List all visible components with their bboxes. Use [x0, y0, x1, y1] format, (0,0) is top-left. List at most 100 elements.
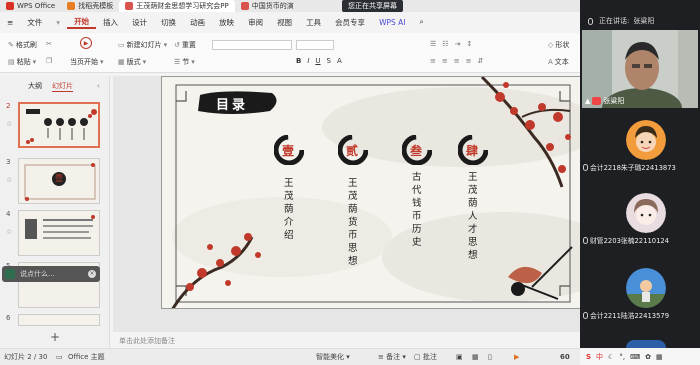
slide-title[interactable]: 目录	[216, 94, 248, 113]
section-icon: ☰	[174, 58, 181, 66]
menu-design[interactable]: 设计	[125, 17, 154, 28]
reading-view-icon[interactable]: ▯	[488, 353, 492, 361]
notes-area[interactable]: 单击此处添加备注	[113, 332, 580, 348]
menu-file[interactable]: 文件	[20, 17, 49, 28]
avatar	[626, 120, 666, 160]
slide-thumb-row[interactable]: 6	[4, 314, 104, 328]
screen-share-badge[interactable]: 您正在共享屏幕	[342, 0, 403, 12]
toc-item[interactable]: 壹 王茂荫介绍	[274, 135, 310, 265]
menu-wps-ai[interactable]: WPS AI	[372, 18, 412, 27]
close-icon[interactable]: ×	[88, 270, 96, 278]
ime-logo-icon[interactable]: S	[586, 353, 591, 361]
underline-button[interactable]: U	[315, 57, 320, 65]
add-slide-button[interactable]: +	[50, 330, 60, 344]
slide-canvas[interactable]: 目录 壹 王茂荫介绍 贰 王茂荫货币思想 叁 古代钱币历史 肆 王茂荫人才思想	[161, 76, 583, 309]
menu-home[interactable]: ▾	[49, 18, 67, 27]
line-spacing-icon[interactable]: ↕	[466, 40, 472, 48]
play-icon[interactable]: ▶	[80, 37, 92, 49]
play-slideshow-icon[interactable]: ▶	[514, 353, 519, 361]
section-button[interactable]: ☰ 节 ▾	[174, 57, 195, 67]
search-icon[interactable]: ⌕	[413, 17, 431, 27]
italic-button[interactable]: I	[307, 57, 309, 65]
star-icon[interactable]: ☆	[6, 228, 12, 236]
toc-numeral: 叁	[410, 144, 423, 158]
template-icon	[67, 2, 76, 10]
participant-tile[interactable]: 会计2218朱子璐22413873	[580, 112, 700, 172]
collapse-icon[interactable]: ‹	[97, 82, 100, 90]
layout-icon[interactable]: ▭	[56, 353, 63, 361]
new-slide-button[interactable]: ▭ 新建幻灯片 ▾	[118, 40, 167, 50]
participant-tile[interactable]: 财管2203张楠22110124	[580, 185, 700, 245]
smart-beautify-button[interactable]: 智能美化 ▾	[316, 352, 350, 362]
menu-member[interactable]: 会员专享	[328, 17, 372, 28]
font-name-input[interactable]	[212, 40, 292, 50]
brush-icon: ✎	[8, 41, 14, 49]
layout-button[interactable]: ▦ 版式 ▾	[118, 57, 146, 67]
paste-button[interactable]: ▤ 粘贴 ▾	[8, 57, 36, 67]
bullet-list-icon[interactable]: ☰	[430, 40, 436, 48]
justify-icon[interactable]: ≡	[466, 57, 472, 65]
slide-thumb-row[interactable]: 4 ☆	[4, 210, 104, 258]
menu-insert[interactable]: 插入	[96, 17, 125, 28]
current-start-button[interactable]: 当页开始 ▾	[70, 57, 104, 67]
normal-view-icon[interactable]: ▣	[456, 353, 463, 361]
grid-icon[interactable]: ▦	[656, 353, 663, 361]
tab-currency[interactable]: 中国货币的演	[235, 0, 300, 12]
speaker-video[interactable]: ▲ 张粱阳	[582, 30, 698, 108]
align-right-icon[interactable]: ≡	[454, 57, 460, 65]
copy-icon[interactable]: ❐	[46, 57, 52, 65]
theme-label[interactable]: Office 主题	[68, 352, 105, 362]
tab-wps-office[interactable]: WPS Office	[0, 0, 61, 12]
shape-button[interactable]: ◇ 形状	[548, 40, 569, 50]
skin-icon[interactable]: ✿	[645, 353, 651, 361]
text-direction-icon[interactable]: ⇵	[478, 57, 484, 65]
star-icon[interactable]: ☆	[6, 120, 12, 128]
font-size-input[interactable]	[296, 40, 334, 50]
bold-button[interactable]: B	[296, 57, 301, 65]
ime-mode[interactable]: 中	[596, 352, 603, 362]
menu-animation[interactable]: 动画	[183, 17, 212, 28]
slide-thumb-row[interactable]: 2 ☆	[4, 102, 104, 150]
slide-thumbnail[interactable]	[18, 210, 100, 256]
font-color-button[interactable]: A	[337, 57, 342, 65]
tab-outline[interactable]: 大纲	[28, 81, 42, 91]
star-icon[interactable]: ☆	[6, 176, 12, 184]
slide-thumbnail[interactable]: 壹	[18, 158, 100, 204]
format-painter-button[interactable]: ✎ 格式刷	[8, 40, 37, 50]
strikethrough-button[interactable]: S	[327, 57, 331, 65]
system-tray: S 中 ☾ °, ⌨ ✿ ▦	[580, 348, 700, 365]
tab-slides[interactable]: 幻灯片	[52, 81, 73, 92]
menu-hamburger-icon[interactable]: ≡	[0, 18, 20, 27]
reset-button[interactable]: ↺ 重置	[174, 40, 196, 50]
menu-review[interactable]: 审阅	[241, 17, 270, 28]
tab-template[interactable]: 找稻壳模板	[61, 0, 119, 12]
cut-icon[interactable]: ✂	[46, 40, 52, 48]
participant-tile[interactable]: 会计2211陆浩22413579	[580, 260, 700, 320]
menu-slideshow[interactable]: 放映	[212, 17, 241, 28]
slide-thumbnail[interactable]	[18, 102, 100, 148]
align-center-icon[interactable]: ≡	[442, 57, 448, 65]
chat-floater[interactable]: 说点什么... ×	[2, 266, 100, 282]
avatar	[626, 340, 666, 348]
number-list-icon[interactable]: ☷	[442, 40, 448, 48]
toc-item[interactable]: 贰 王茂荫货币思想	[338, 135, 374, 285]
align-left-icon[interactable]: ≡	[430, 57, 436, 65]
menu-view[interactable]: 视图	[270, 17, 299, 28]
toc-item[interactable]: 叁 古代钱币历史	[402, 135, 438, 275]
menu-tools[interactable]: 工具	[299, 17, 328, 28]
textbox-button[interactable]: A 文本	[548, 57, 569, 67]
slide-thumb-row[interactable]: 3 ☆ 壹	[4, 158, 104, 206]
moon-icon[interactable]: ☾	[608, 353, 614, 361]
grid-view-icon[interactable]: ▦	[472, 353, 479, 361]
punctuation-icon[interactable]: °,	[619, 353, 625, 361]
keyboard-icon[interactable]: ⌨	[630, 353, 640, 361]
menu-transition[interactable]: 切换	[154, 17, 183, 28]
notes-button[interactable]: ≡ 备注 ▾	[378, 352, 406, 362]
slide-thumbnail[interactable]	[18, 314, 100, 326]
indent-icon[interactable]: ⇥	[455, 40, 461, 48]
zoom-level[interactable]: 60	[560, 353, 570, 361]
toc-item[interactable]: 肆 王茂荫人才思想	[458, 135, 494, 285]
comments-button[interactable]: ▢ 批注	[414, 352, 437, 362]
menu-start[interactable]: 开始	[67, 16, 97, 29]
tab-presentation[interactable]: 王茂荫财金思想学习研究会PP	[119, 0, 235, 12]
